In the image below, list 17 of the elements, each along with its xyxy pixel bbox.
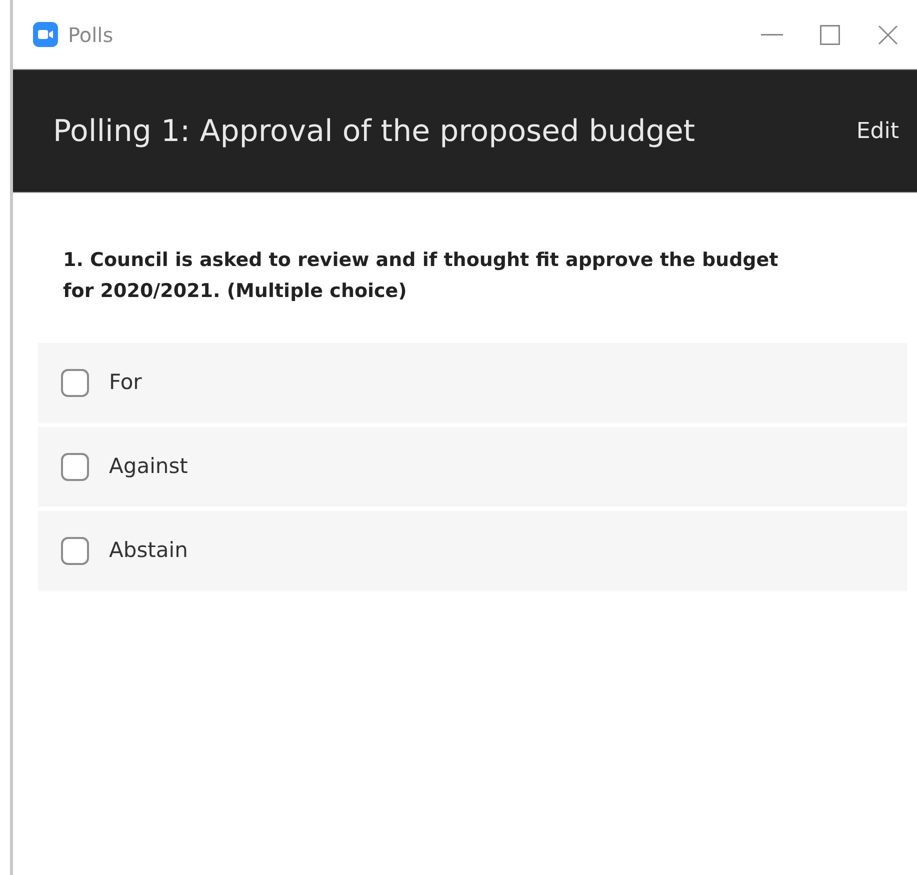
checkbox[interactable] bbox=[61, 537, 89, 565]
checkbox[interactable] bbox=[61, 453, 89, 481]
camera-app-icon bbox=[33, 22, 58, 47]
option-row[interactable]: For bbox=[38, 343, 907, 423]
close-icon bbox=[878, 24, 898, 44]
option-label: Against bbox=[109, 453, 188, 480]
checkbox[interactable] bbox=[61, 369, 89, 397]
option-label: Abstain bbox=[109, 537, 188, 564]
maximize-icon bbox=[820, 24, 840, 44]
minimize-icon bbox=[761, 34, 783, 36]
option-row[interactable]: Against bbox=[38, 427, 907, 507]
window-title: Polls bbox=[68, 22, 114, 48]
question-text: 1. Council is asked to review and if thought fit approve the budget for 2020/2021. (Multiple choice) bbox=[63, 248, 780, 304]
option-label: For bbox=[109, 369, 142, 396]
option-row[interactable]: Abstain bbox=[38, 511, 907, 591]
poll-title: Polling 1: Approval of the proposed budget bbox=[53, 112, 696, 150]
edit-link[interactable]: Edit bbox=[856, 114, 899, 148]
